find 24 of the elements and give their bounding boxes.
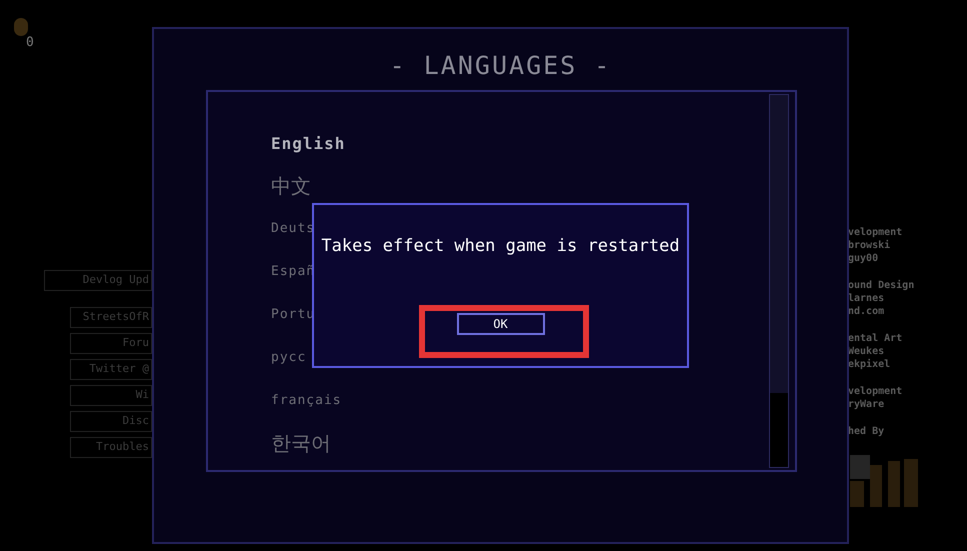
credit-line: ekpixel — [848, 358, 892, 371]
scrollbar[interactable] — [769, 94, 789, 468]
credit-line: nd.com — [848, 305, 886, 318]
dialog-message: Takes effect when game is restarted — [321, 235, 680, 258]
language-option[interactable]: français — [271, 379, 342, 422]
credit-line: ryWare — [848, 398, 886, 411]
ok-button[interactable]: OK — [456, 313, 544, 335]
credit-line: velopment — [848, 226, 904, 239]
panel-title: - LANGUAGES - — [390, 51, 612, 81]
credit-line: hed By — [848, 425, 886, 438]
credit-line: Weukes — [848, 345, 886, 358]
credit-line: guy00 — [848, 252, 880, 265]
language-option[interactable]: русс — [271, 336, 306, 379]
language-option[interactable]: 한국어 — [271, 422, 331, 464]
language-option[interactable]: English — [271, 122, 346, 165]
coin-count: 0 — [26, 36, 34, 49]
credit-line: browski — [848, 239, 892, 252]
credit-line: larnes — [848, 292, 886, 305]
credit-line: ental Art — [848, 332, 904, 345]
credit-line: ound Design — [848, 279, 914, 292]
language-option[interactable]: 中文 — [271, 165, 311, 207]
credit-line: velopment — [848, 385, 904, 398]
coin-icon — [14, 18, 28, 36]
language-option[interactable]: Deuts — [271, 207, 316, 250]
